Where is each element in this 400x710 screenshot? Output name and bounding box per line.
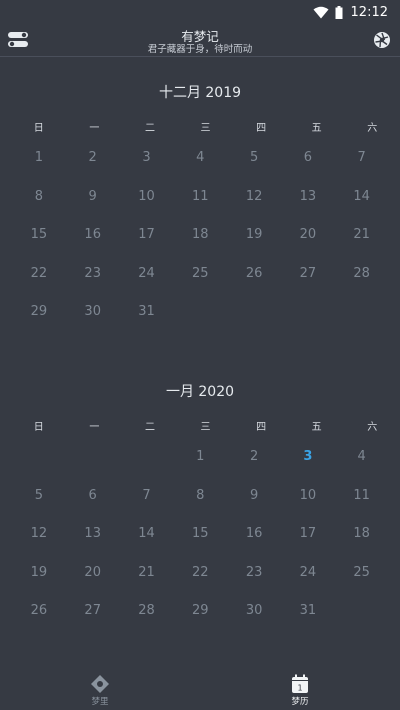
weekday-label: 六 <box>367 422 378 433</box>
bottom-nav: 梦里 1 梦历 <box>0 670 400 710</box>
weekday-label: 三 <box>200 123 211 134</box>
day-cell[interactable]: 2 <box>66 147 120 186</box>
weekday-label: 四 <box>256 422 267 433</box>
day-cell[interactable]: 28 <box>335 263 389 302</box>
day-cell[interactable]: 9 <box>227 485 281 524</box>
weekday-label: 六 <box>367 123 378 134</box>
day-cell[interactable]: 15 <box>173 523 227 562</box>
weekday-label: 日 <box>33 422 44 433</box>
weekday-header: 日 一 二 三 四 五 六 <box>0 418 400 438</box>
month-title: 一月 2020 <box>165 384 235 400</box>
day-cell[interactable]: 8 <box>173 485 227 524</box>
calendar-icon: 1 <box>292 674 308 693</box>
nav-calendar-label: 梦历 <box>291 697 309 707</box>
day-cell[interactable]: 4 <box>173 147 227 186</box>
day-cell[interactable]: 14 <box>335 186 389 225</box>
weekday-label: 日 <box>33 123 44 134</box>
day-cell[interactable]: 4 <box>335 446 389 485</box>
day-cell[interactable]: 11 <box>335 485 389 524</box>
status-time: 12:12 <box>350 4 388 20</box>
day-cell[interactable]: 13 <box>66 523 120 562</box>
day-cell[interactable]: 29 <box>173 600 227 639</box>
day-cell[interactable]: 27 <box>281 263 335 302</box>
day-cell[interactable]: 17 <box>281 523 335 562</box>
day-cell[interactable]: 8 <box>12 186 66 225</box>
battery-icon <box>335 5 343 19</box>
app-subtitle: 君子藏器于身，待时而动 <box>147 44 253 55</box>
weekday-label: 五 <box>311 422 322 433</box>
day-cell[interactable]: 5 <box>12 485 66 524</box>
day-cell[interactable]: 23 <box>227 562 281 601</box>
weekday-label: 三 <box>200 422 211 433</box>
day-cell[interactable]: 21 <box>335 224 389 263</box>
day-cell[interactable]: 10 <box>120 186 174 225</box>
day-cell[interactable]: 22 <box>12 263 66 302</box>
day-cell[interactable]: 17 <box>120 224 174 263</box>
day-cell[interactable]: 11 <box>173 186 227 225</box>
day-cell[interactable]: 19 <box>227 224 281 263</box>
weekday-label: 二 <box>144 123 155 134</box>
status-bar: 12:12 <box>0 0 400 24</box>
day-cell[interactable]: 22 <box>173 562 227 601</box>
day-cell[interactable]: 2 <box>227 446 281 485</box>
wifi-icon <box>313 6 329 18</box>
weekday-label: 一 <box>89 422 100 433</box>
day-cell[interactable]: 31 <box>281 600 335 639</box>
day-cell[interactable]: 1 <box>12 147 66 186</box>
day-cell[interactable]: 12 <box>12 523 66 562</box>
nav-dream-label: 梦里 <box>91 697 109 707</box>
day-cell[interactable]: 10 <box>281 485 335 524</box>
calendar-icon-number: 1 <box>297 684 302 693</box>
day-cell[interactable]: 20 <box>66 562 120 601</box>
weekday-label: 四 <box>256 123 267 134</box>
month-january-2020: 一月 2020 日 一 二 三 四 五 六 1 2 3 4 5 6 7 8 9 … <box>0 380 400 639</box>
day-cell[interactable]: 29 <box>12 301 66 340</box>
app-bar: 有梦记 君子藏器于身，待时而动 <box>0 24 400 57</box>
day-cell[interactable]: 14 <box>120 523 174 562</box>
day-cell[interactable]: 6 <box>281 147 335 186</box>
month-december-2019: 十二月 2019 日 一 二 三 四 五 六 1 2 3 4 5 6 7 8 9… <box>0 81 400 340</box>
day-cell[interactable]: 27 <box>66 600 120 639</box>
day-grid: 1 2 3 4 5 6 7 8 9 10 11 12 13 14 15 16 1… <box>12 446 400 639</box>
day-cell[interactable]: 19 <box>12 562 66 601</box>
day-cell[interactable]: 7 <box>335 147 389 186</box>
day-cell[interactable]: 20 <box>281 224 335 263</box>
day-grid: 1 2 3 4 5 6 7 8 9 10 11 12 13 14 15 16 1… <box>12 147 400 340</box>
day-cell[interactable]: 5 <box>227 147 281 186</box>
day-cell-today[interactable]: 3 <box>281 446 335 485</box>
weekday-label: 一 <box>89 123 100 134</box>
nav-item-dream[interactable]: 梦里 <box>70 674 130 707</box>
day-cell[interactable]: 18 <box>173 224 227 263</box>
day-cell[interactable]: 31 <box>120 301 174 340</box>
day-cell[interactable]: 9 <box>66 186 120 225</box>
day-cell[interactable]: 30 <box>66 301 120 340</box>
weekday-label: 二 <box>144 422 155 433</box>
diamond-icon <box>91 675 109 693</box>
nav-item-calendar[interactable]: 1 梦历 <box>270 674 330 707</box>
day-cell[interactable]: 7 <box>120 485 174 524</box>
day-cell[interactable]: 13 <box>281 186 335 225</box>
day-cell[interactable]: 6 <box>66 485 120 524</box>
day-cell[interactable]: 12 <box>227 186 281 225</box>
weekday-label: 五 <box>311 123 322 134</box>
day-cell[interactable]: 16 <box>227 523 281 562</box>
day-cell[interactable]: 25 <box>173 263 227 302</box>
day-cell[interactable]: 28 <box>120 600 174 639</box>
day-cell[interactable]: 30 <box>227 600 281 639</box>
weekday-header: 日 一 二 三 四 五 六 <box>0 119 400 139</box>
day-cell[interactable]: 21 <box>120 562 174 601</box>
day-cell[interactable]: 18 <box>335 523 389 562</box>
month-title: 十二月 2019 <box>158 85 242 101</box>
day-cell[interactable]: 16 <box>66 224 120 263</box>
aperture-icon[interactable] <box>372 30 392 50</box>
day-cell[interactable]: 15 <box>12 224 66 263</box>
day-cell[interactable]: 1 <box>173 446 227 485</box>
day-cell[interactable]: 26 <box>227 263 281 302</box>
day-cell[interactable]: 24 <box>281 562 335 601</box>
day-cell[interactable]: 24 <box>120 263 174 302</box>
day-cell[interactable]: 3 <box>120 147 174 186</box>
day-cell[interactable]: 25 <box>335 562 389 601</box>
day-cell[interactable]: 26 <box>12 600 66 639</box>
day-cell[interactable]: 23 <box>66 263 120 302</box>
